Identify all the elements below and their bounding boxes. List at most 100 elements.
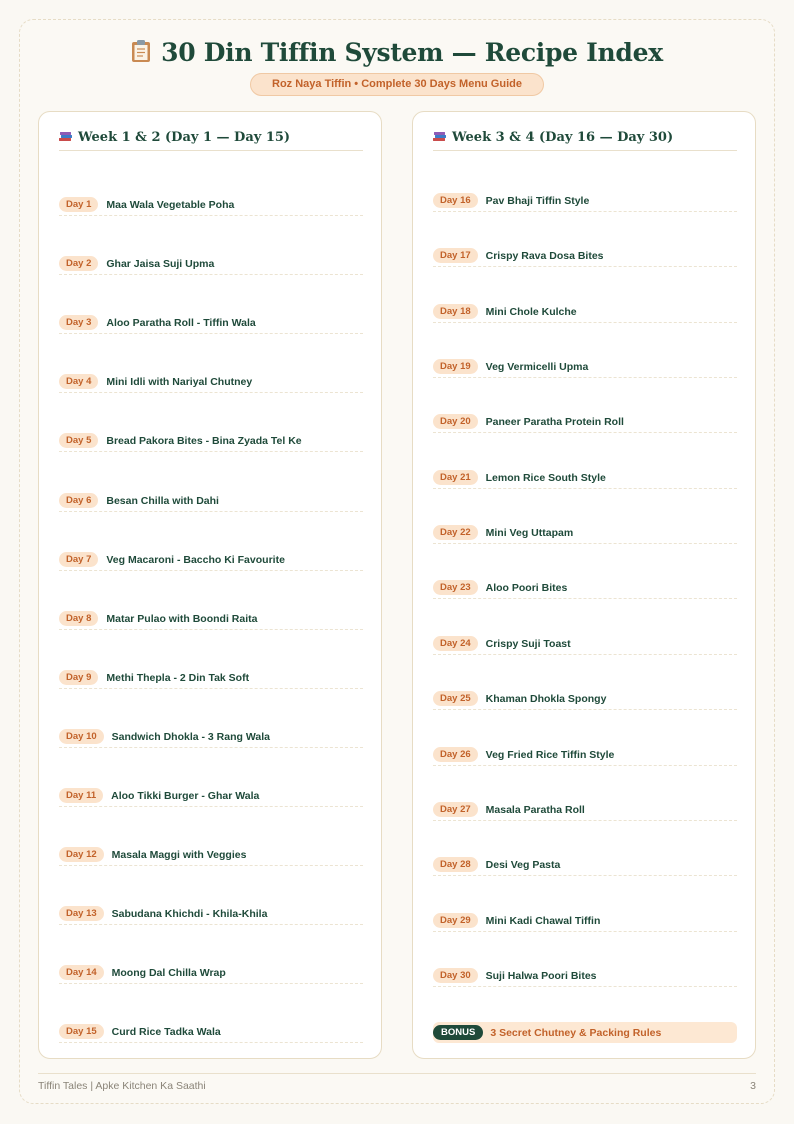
recipe-row: Day 24 Crispy Suji Toast [433,633,737,655]
recipe-name: Desi Veg Pasta [485,858,561,871]
footer-divider [38,1073,756,1074]
card-heading-text: Week 3 & 4 (Day 16 — Day 30) [452,130,674,145]
recipe-row: Day 13 Sabudana Khichdi - Khila-Khila [59,903,363,925]
recipe-row: Day 2 Ghar Jaisa Suji Upma [59,253,363,275]
page-number: 3 [750,1080,756,1092]
day-pill: Day 21 [433,470,478,485]
recipe-name: Mini Idli with Nariyal Chutney [106,375,253,388]
recipe-name: Curd Rice Tadka Wala [111,1025,221,1038]
recipe-row: Day 15 Curd Rice Tadka Wala [59,1021,363,1043]
recipe-row: Day 3 Aloo Paratha Roll - Tiffin Wala [59,312,363,334]
day-pill: Day 19 [433,359,478,374]
recipe-name: Aloo Poori Bites [485,581,568,594]
day-pill: Day 13 [59,906,104,921]
recipe-name: Matar Pulao with Boondi Raita [106,612,258,625]
day-pill: Day 8 [59,611,99,626]
day-pill: Day 12 [59,847,104,862]
recipe-name: Ghar Jaisa Suji Upma [106,257,215,270]
clipboard-icon [131,39,151,69]
recipe-row: Day 18 Mini Chole Kulche [433,301,737,323]
recipe-name: Mini Chole Kulche [485,305,577,318]
day-pill: Day 6 [59,493,99,508]
recipe-name: Khaman Dhokla Spongy [485,692,607,705]
day-pill: Day 3 [59,315,99,330]
card-heading-text: Week 1 & 2 (Day 1 — Day 15) [78,130,291,145]
recipe-row: Day 4 Mini Idli with Nariyal Chutney [59,371,363,393]
recipe-name: Besan Chilla with Dahi [106,494,219,507]
recipe-row: Day 8 Matar Pulao with Boondi Raita [59,608,363,630]
day-pill: Day 17 [433,248,478,263]
recipe-name: Crispy Rava Dosa Bites [485,249,604,262]
day-pill: Day 25 [433,691,478,706]
recipe-row: Day 9 Methi Thepla - 2 Din Tak Soft [59,667,363,689]
footer-brand: Tiffin Tales | Apke Kitchen Ka Saathi [38,1080,206,1092]
recipe-row: Day 6 Besan Chilla with Dahi [59,490,363,512]
recipe-row: Day 20 Paneer Paratha Protein Roll [433,411,737,433]
recipe-name: Pav Bhaji Tiffin Style [485,194,590,207]
card-heading: Week 1 & 2 (Day 1 — Day 15) [59,130,363,151]
recipe-name: Sabudana Khichdi - Khila-Khila [111,907,268,920]
week-1-2-card: Week 1 & 2 (Day 1 — Day 15) Day 1 Maa Wal… [38,111,382,1059]
day-pill: Day 9 [59,670,99,685]
recipe-name: Veg Macaroni - Baccho Ki Favourite [106,553,285,566]
recipe-name: Sandwich Dhokla - 3 Rang Wala [111,730,270,743]
subtitle-badge: Roz Naya Tiffin • Complete 30 Days Menu … [250,73,544,96]
day-pill: Day 26 [433,747,478,762]
recipe-row: Day 28 Desi Veg Pasta [433,854,737,876]
recipe-row: Day 21 Lemon Rice South Style [433,467,737,489]
day-pill: Day 24 [433,636,478,651]
recipe-name: Masala Paratha Roll [485,803,585,816]
recipe-name: Crispy Suji Toast [485,637,571,650]
day-pill: Day 23 [433,580,478,595]
recipe-name: Aloo Paratha Roll - Tiffin Wala [106,316,256,329]
day-pill: Day 2 [59,256,99,271]
recipe-row: Day 27 Masala Paratha Roll [433,799,737,821]
recipe-name: Mini Kadi Chawal Tiffin [485,914,601,927]
recipe-name: Veg Fried Rice Tiffin Style [485,748,615,761]
day-pill: Day 20 [433,414,478,429]
day-pill: Day 15 [59,1024,104,1039]
recipe-name: Moong Dal Chilla Wrap [111,966,226,979]
day-pill: Day 16 [433,193,478,208]
recipe-row: Day 26 Veg Fried Rice Tiffin Style [433,744,737,766]
recipe-name: Lemon Rice South Style [485,471,606,484]
card-heading: Week 3 & 4 (Day 16 — Day 30) [433,130,737,151]
recipe-row: Day 16 Pav Bhaji Tiffin Style [433,190,737,212]
recipe-name: Mini Veg Uttapam [485,526,574,539]
books-icon [59,131,73,146]
recipe-name: Veg Vermicelli Upma [485,360,589,373]
recipe-name: Methi Thepla - 2 Din Tak Soft [106,671,250,684]
recipe-name: Bread Pakora Bites - Bina Zyada Tel Ke [106,434,302,447]
recipe-row: Day 30 Suji Halwa Poori Bites [433,965,737,987]
recipe-row: Day 1 Maa Wala Vegetable Poha [59,194,363,216]
recipe-row: Day 29 Mini Kadi Chawal Tiffin [433,910,737,932]
day-pill: Day 29 [433,913,478,928]
recipe-row: Day 12 Masala Maggi with Veggies [59,844,363,866]
recipe-row: Day 14 Moong Dal Chilla Wrap [59,962,363,984]
recipe-row: Day 7 Veg Macaroni - Baccho Ki Favourite [59,549,363,571]
page-title-text: 30 Din Tiffin System — Recipe Index [161,38,663,67]
recipe-row: Day 25 Khaman Dhokla Spongy [433,688,737,710]
recipe-row: Day 17 Crispy Rava Dosa Bites [433,245,737,267]
day-pill: Day 27 [433,802,478,817]
day-pill: Day 18 [433,304,478,319]
recipe-row: Day 5 Bread Pakora Bites - Bina Zyada Tel… [59,430,363,452]
recipe-name: Masala Maggi with Veggies [111,848,247,861]
recipe-row: Day 10 Sandwich Dhokla - 3 Rang Wala [59,726,363,748]
day-pill: Day 7 [59,552,99,567]
day-pill: Day 14 [59,965,104,980]
day-pill: Day 22 [433,525,478,540]
recipe-name: Maa Wala Vegetable Poha [106,198,235,211]
day-pill: Day 11 [59,788,104,803]
recipe-row: Day 19 Veg Vermicelli Upma [433,356,737,378]
recipe-row: Day 22 Mini Veg Uttapam [433,522,737,544]
day-pill: Day 5 [59,433,99,448]
bonus-text: 3 Secret Chutney & Packing Rules [490,1026,662,1039]
day-pill: Day 30 [433,968,478,983]
day-pill: Day 1 [59,197,99,212]
bonus-tag: BONUS [433,1025,484,1040]
books-icon [433,131,447,146]
day-pill: Day 4 [59,374,99,389]
day-pill: Day 28 [433,857,478,872]
recipe-row: Day 23 Aloo Poori Bites [433,577,737,599]
